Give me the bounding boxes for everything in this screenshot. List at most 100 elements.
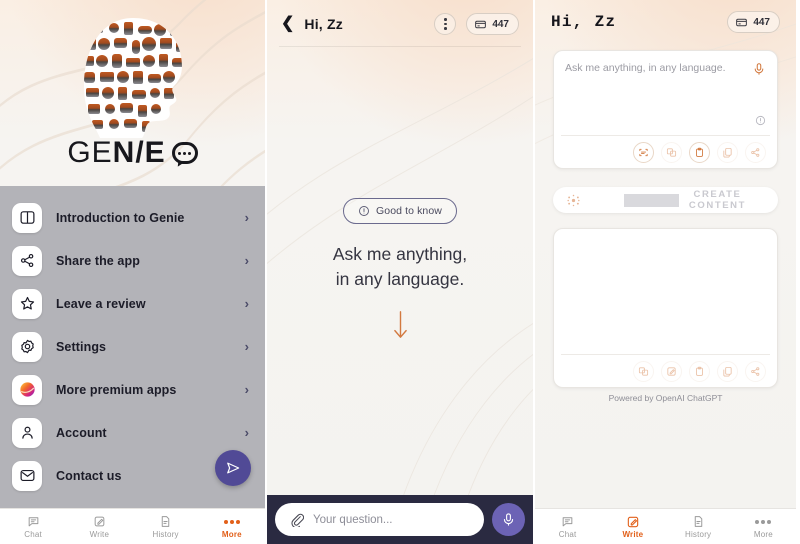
user-icon: [12, 417, 42, 448]
nav-label: History: [684, 530, 712, 539]
chat-header: ❮ Hi, Zz 447: [267, 0, 533, 48]
question-placeholder: Your question...: [313, 513, 393, 526]
nav-label: Chat: [558, 530, 577, 539]
brand-wordmark: GEN/E: [0, 136, 265, 170]
translate-icon[interactable]: [633, 360, 654, 382]
sidebar-item-settings[interactable]: Settings ›: [0, 325, 265, 368]
genie-head-logo: [70, 14, 196, 147]
prompt-toolbar: [561, 135, 770, 168]
sidebar-item-label: Settings: [56, 339, 107, 354]
envelope-icon: [12, 460, 42, 491]
book-icon: [12, 202, 42, 233]
sidebar-item-label: Account: [56, 425, 107, 440]
scan-text-icon[interactable]: [633, 141, 654, 163]
sidebar-item-share-app[interactable]: Share the app ›: [0, 239, 265, 282]
greeting-title: Hi, Zz: [304, 16, 343, 32]
headline-line-1: Ask me anything,: [332, 244, 468, 265]
output-card[interactable]: [553, 228, 778, 388]
bottom-navigation-left: Chat Write History More: [0, 508, 265, 544]
chevron-right-icon: ›: [244, 210, 249, 225]
screen-chat: ❮ Hi, Zz 447 Good to know Ask me anythin…: [265, 0, 535, 544]
brand-name: GEN/E: [67, 136, 166, 169]
sidebar-item-label: Share the app: [56, 253, 140, 268]
chat-empty-state: Good to know Ask me anything, in any lan…: [267, 48, 533, 495]
gradient-sphere-icon: [12, 374, 42, 405]
chat-icon: [27, 514, 40, 529]
clipboard-icon[interactable]: [689, 360, 710, 382]
nav-item-more[interactable]: More: [199, 514, 265, 539]
gear-icon: [12, 331, 42, 362]
sidebar-item-label: More premium apps: [56, 382, 177, 397]
copy-icon[interactable]: [717, 360, 738, 382]
nav-item-write[interactable]: Write: [66, 514, 132, 539]
nav-item-chat[interactable]: Chat: [0, 514, 66, 539]
history-icon: [159, 514, 172, 529]
microphone-button[interactable]: [752, 62, 766, 81]
screen-write: Hi, Zz 447 Ask me anything, in any langu…: [535, 0, 796, 544]
nav-label: Chat: [24, 530, 42, 539]
nav-item-history[interactable]: History: [666, 514, 731, 539]
credits-value: 447: [753, 16, 770, 28]
kebab-menu-icon[interactable]: [434, 13, 457, 35]
credits-value: 447: [492, 18, 509, 30]
share-icon[interactable]: [745, 141, 766, 163]
settings-menu-list: Introduction to Genie › Share the app ›: [0, 186, 265, 508]
back-button[interactable]: ❮: [281, 16, 294, 32]
info-icon: [755, 115, 766, 126]
brand-hero: GEN/E: [0, 0, 265, 186]
credit-card-icon: [475, 20, 487, 28]
bottom-navigation-right: Chat Write History More: [535, 508, 796, 544]
write-icon: [93, 514, 106, 529]
more-dots-icon: [223, 514, 240, 529]
sidebar-item-premium-apps[interactable]: More premium apps ›: [0, 368, 265, 411]
good-to-know-pill[interactable]: Good to know: [343, 198, 457, 225]
nav-label: History: [152, 530, 179, 539]
edit-icon[interactable]: [661, 360, 682, 382]
chevron-right-icon: ›: [244, 382, 249, 397]
history-icon: [692, 514, 705, 529]
question-input[interactable]: Your question...: [275, 503, 484, 536]
info-icon: [359, 206, 369, 217]
nav-item-more[interactable]: More: [731, 514, 796, 539]
copy-icon[interactable]: [717, 141, 738, 163]
credits-badge[interactable]: 447: [727, 11, 780, 33]
nav-label: More: [221, 530, 242, 539]
credits-badge[interactable]: 447: [466, 13, 519, 35]
info-button[interactable]: [755, 113, 766, 131]
sparkle-icon: [559, 191, 614, 209]
share-nodes-icon: [12, 245, 42, 276]
chevron-right-icon: ›: [244, 339, 249, 354]
screen-more-menu: GEN/E Introduction to Genie › Share the …: [0, 0, 265, 544]
create-content-button[interactable]: CREATE CONTENT: [553, 187, 778, 213]
clipboard-icon[interactable]: [689, 141, 710, 163]
powered-by-caption: Powered by OpenAI ChatGPT: [608, 393, 723, 403]
sidebar-item-introduction[interactable]: Introduction to Genie ›: [0, 196, 265, 239]
header-divider: [279, 46, 521, 47]
good-to-know-label: Good to know: [376, 205, 442, 218]
arrow-down-icon: [391, 310, 410, 345]
send-icon: [227, 462, 240, 474]
write-header: Hi, Zz 447: [535, 0, 796, 44]
share-icon[interactable]: [745, 360, 766, 382]
write-icon: [626, 514, 640, 529]
translate-icon[interactable]: [661, 141, 682, 163]
prompt-input-card[interactable]: Ask me anything, in any language.: [553, 50, 778, 169]
create-content-label: CREATE CONTENT: [688, 189, 747, 211]
nav-item-write[interactable]: Write: [600, 514, 665, 539]
divider: [623, 193, 679, 207]
nav-label: More: [753, 530, 773, 539]
paperclip-icon: [291, 513, 304, 527]
nav-item-history[interactable]: History: [133, 514, 199, 539]
prompt-placeholder-row: Ask me anything, in any language.: [565, 62, 766, 81]
sidebar-item-label: Leave a review: [56, 296, 146, 311]
credit-card-icon: [736, 18, 748, 26]
nav-label: Write: [622, 530, 644, 539]
sidebar-item-leave-review[interactable]: Leave a review ›: [0, 282, 265, 325]
sidebar-item-account[interactable]: Account ›: [0, 411, 265, 454]
sidebar-item-label: Introduction to Genie: [56, 210, 185, 225]
nav-item-chat[interactable]: Chat: [535, 514, 600, 539]
empty-state-headline: Ask me anything, in any language.: [333, 242, 467, 292]
microphone-button[interactable]: [492, 503, 525, 536]
send-fab-button[interactable]: [215, 450, 251, 486]
chevron-right-icon: ›: [244, 253, 249, 268]
